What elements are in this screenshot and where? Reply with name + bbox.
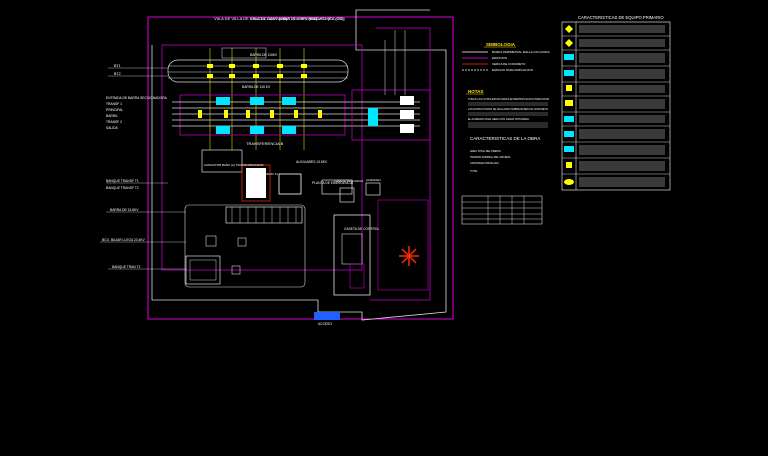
notes-title: NOTAS bbox=[468, 89, 483, 94]
alarm-marker bbox=[399, 246, 419, 266]
equipment-title: CARACTERISTICAS DE EQUIPO PRIMARIO bbox=[578, 15, 664, 20]
svg-text:TENSION NOMINAL DEL SISTEMA: TENSION NOMINAL DEL SISTEMA bbox=[470, 156, 511, 159]
road-futuro: FUTURO (CC-ORI) bbox=[310, 16, 345, 21]
svg-text:BARDA PERIMETRAL MALLA CICLONI: BARDA PERIMETRAL MALLA CICLONICA bbox=[492, 50, 550, 54]
svg-text:CAPACITOR BANK (A) TRANSFORMAD: CAPACITOR BANK (A) TRANSFORMADOR bbox=[204, 163, 264, 167]
svg-text:TRANSFERENCIA B: TRANSFERENCIA B bbox=[246, 141, 284, 146]
notes: NOTAS TODAS LAS COTAS ESTAN DADAS EN MET… bbox=[466, 89, 549, 128]
site-boundaries bbox=[147, 9, 454, 321]
svg-text:CASETA VIGILANCIA: CASETA VIGILANCIA bbox=[334, 179, 363, 183]
obra-title: CARACTERISTICAS DE LA OBRA bbox=[470, 136, 540, 141]
svg-text:EL ACABADO FINAL SERA CON GRAV: EL ACABADO FINAL SERA CON GRAVA TRITURAD… bbox=[468, 118, 529, 121]
breaker-1 bbox=[216, 97, 230, 105]
equipment-descriptions bbox=[579, 25, 665, 187]
svg-text:TRANSFORMADOR T1: TRANSFORMADOR T1 bbox=[246, 172, 278, 176]
svg-text:ALMACEN: ALMACEN bbox=[366, 178, 381, 182]
legend: SIMBOLOGIA BARDA PERIMETRAL MALLA CICLON… bbox=[462, 42, 550, 72]
left-labels: BT1 BT2 ENTRADA DE BARRA SECCIONADORA TR… bbox=[100, 64, 186, 270]
svg-text:PRINCIPAL: PRINCIPAL bbox=[106, 108, 123, 112]
site-boundary-line bbox=[151, 9, 447, 321]
equipment-symbols bbox=[564, 25, 574, 185]
road-labels: VIA A DE VILLA DE GRACIA 115KV (CC) VIA … bbox=[214, 16, 345, 21]
fence-line bbox=[370, 27, 431, 301]
breaker-3 bbox=[282, 97, 296, 105]
svg-text:CAPACIDAD INSTALADA: CAPACIDAD INSTALADA bbox=[470, 162, 499, 165]
obra-characteristics: CARACTERISTICAS DE LA OBRA AREA TOTAL DE… bbox=[470, 136, 540, 173]
svg-text:BARRA: BARRA bbox=[106, 114, 118, 118]
svg-text:BCO. BAJAR LLEGA 23.4KV: BCO. BAJAR LLEGA 23.4KV bbox=[102, 238, 145, 242]
svg-text:BANQUE TRAN T2: BANQUE TRAN T2 bbox=[112, 265, 141, 269]
svg-text:SALIDA: SALIDA bbox=[106, 126, 119, 130]
power-transformers bbox=[400, 96, 414, 133]
svg-text:ESPACIO PARA AMPLIACION: ESPACIO PARA AMPLIACION bbox=[492, 68, 533, 72]
svg-text:TRANSF 1: TRANSF 1 bbox=[106, 102, 122, 106]
aux-transformer bbox=[278, 173, 302, 195]
capacitor-bank bbox=[201, 149, 243, 173]
main-bus-structure bbox=[172, 30, 431, 141]
legend-title: SIMBOLOGIA bbox=[486, 42, 516, 47]
svg-text:AREA TOTAL DEL PREDIO: AREA TOTAL DEL PREDIO bbox=[470, 150, 501, 153]
svg-text:BANQUE TRANSF T1: BANQUE TRANSF T1 bbox=[106, 179, 139, 183]
expansion-area bbox=[377, 199, 429, 291]
svg-text:ENTRADA DE BARRA SECCIONADORA: ENTRADA DE BARRA SECCIONADORA bbox=[106, 96, 168, 100]
breaker-6 bbox=[282, 126, 296, 134]
access-gate bbox=[314, 312, 340, 320]
warehouse bbox=[365, 182, 381, 196]
outer-boundary bbox=[147, 16, 454, 320]
svg-text:BT1: BT1 bbox=[114, 64, 121, 68]
svg-text:LAS ESTRUCTURAS SE ANCLARAN SO: LAS ESTRUCTURAS SE ANCLARAN SOBRE BASES … bbox=[468, 108, 548, 111]
svg-text:TRANSF 2: TRANSF 2 bbox=[106, 120, 122, 124]
quantities-table bbox=[461, 195, 543, 225]
svg-text:CASETA DE CONTROL: CASETA DE CONTROL bbox=[344, 227, 379, 231]
substation-yard bbox=[161, 44, 363, 271]
svg-text:BARRA DE 13.8KV: BARRA DE 13.8KV bbox=[110, 208, 139, 212]
svg-text:BARRA DE 115 KV: BARRA DE 115 KV bbox=[242, 85, 271, 89]
right-bay-breakers bbox=[368, 108, 378, 126]
lower-yard bbox=[184, 149, 419, 320]
svg-text:AUXILIARES 13.8KV: AUXILIARES 13.8KV bbox=[296, 160, 328, 164]
right-bay-frame bbox=[351, 89, 431, 141]
breaker-4 bbox=[216, 126, 230, 134]
svg-text:ACCESO: ACCESO bbox=[318, 322, 332, 326]
substation-site-plan: VIA A DE VILLA DE GRACIA 115KV (CC) VIA … bbox=[100, 9, 671, 326]
svg-text:EDIFICIOS: EDIFICIOS bbox=[492, 56, 507, 60]
breaker-5 bbox=[250, 126, 264, 134]
breaker-2 bbox=[250, 97, 264, 105]
svg-text:TOTAL: TOTAL bbox=[470, 170, 478, 173]
equipment-table: CARACTERISTICAS DE EQUIPO PRIMARIO bbox=[561, 15, 671, 191]
svg-text:BT2: BT2 bbox=[114, 72, 121, 76]
svg-text:TODAS LAS COTAS ESTAN DADAS EN: TODAS LAS COTAS ESTAN DADAS EN METROS SA… bbox=[468, 98, 549, 101]
svg-text:BANQUE TRANSF T2: BANQUE TRANSF T2 bbox=[106, 186, 139, 190]
svg-text:BARRA DE 115KV: BARRA DE 115KV bbox=[250, 53, 278, 57]
upper-bus-frame bbox=[167, 59, 349, 83]
svg-text:CERCA DE CONCRETO: CERCA DE CONCRETO bbox=[492, 62, 526, 66]
